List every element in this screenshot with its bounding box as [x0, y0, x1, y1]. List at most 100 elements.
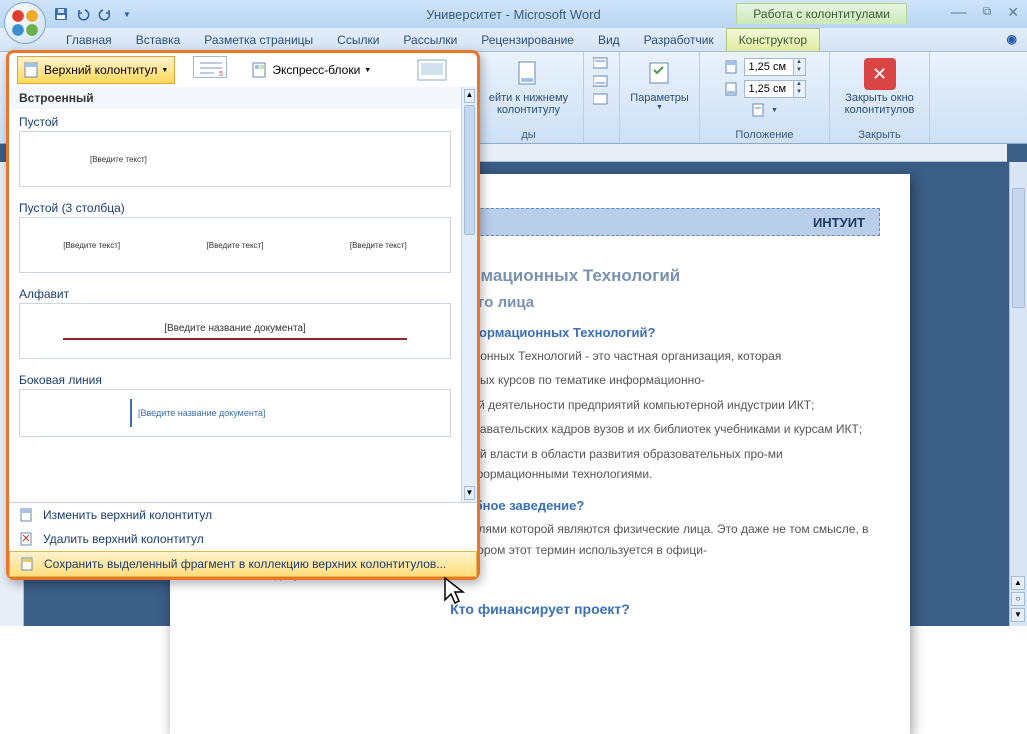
maximize-icon[interactable]: ⧉ [983, 4, 992, 22]
undo-icon[interactable] [74, 5, 92, 23]
menuitem-label: Сохранить выделенный фрагмент в коллекци… [44, 557, 446, 571]
options-button[interactable]: Параметры ▼ [624, 56, 695, 113]
tab-home[interactable]: Главная [54, 29, 124, 51]
office-button[interactable] [4, 2, 46, 44]
quick-parts-label: Экспресс-блоки [272, 63, 360, 77]
tab-developer[interactable]: Разработчик [632, 29, 726, 51]
doc-heading-2: вого лица [460, 294, 880, 311]
ribbon-group-close: ✕ Закрыть окно колонтитулов Закрыть [830, 52, 930, 143]
tab-layout[interactable]: Разметка страницы [192, 29, 325, 51]
gallery-item-blank[interactable]: [Введите текст] [19, 131, 451, 187]
tab-insert[interactable]: Вставка [124, 29, 193, 51]
remove-header-menuitem[interactable]: Удалить верхний колонтитул [9, 527, 477, 551]
browse-object-icon[interactable]: ○ [1011, 592, 1025, 606]
close-label: Закрыть окно колонтитулов [835, 92, 925, 116]
dropdown-icon: ▼ [771, 107, 778, 114]
scrollbar-thumb[interactable] [1012, 188, 1025, 308]
edit-header-menuitem[interactable]: Изменить верхний колонтитул [9, 503, 477, 527]
header-distance-value[interactable] [745, 61, 793, 73]
doc-para: ебных курсов по тематике информационно- [460, 370, 870, 390]
header-dropdown-button[interactable]: Верхний колонтитул ▼ [17, 56, 175, 84]
doc-heading-1: ормационных Технологий [460, 266, 880, 286]
doc-question: Кто финансирует проект? [170, 601, 910, 617]
tab-view[interactable]: Вид [586, 29, 632, 51]
save-selection-menuitem[interactable]: Сохранить выделенный фрагмент в коллекци… [9, 551, 477, 577]
link-prev-icon[interactable] [593, 56, 611, 70]
scroll-up-icon[interactable]: ▲ [464, 89, 475, 103]
footer-distance-spinner[interactable]: ▲▼ [744, 80, 806, 98]
edit-icon [19, 507, 35, 523]
tab-align-icon[interactable] [751, 102, 767, 118]
help-icon[interactable]: ◉ [1007, 32, 1017, 46]
prev-page-icon[interactable]: ▲ [1011, 576, 1025, 590]
footer-icon [513, 58, 545, 90]
gallery-item-title: Пустой (3 столбца) [9, 195, 461, 217]
quick-parts-icon [252, 62, 268, 78]
dropdown-icon: ▼ [656, 104, 663, 111]
gallery-item-title: Боковая линия [9, 367, 461, 389]
header-distance-spinner[interactable]: ▲▼ [744, 58, 806, 76]
menuitem-label: Изменить верхний колонтитул [43, 508, 212, 522]
scroll-down-icon[interactable]: ▼ [464, 486, 475, 500]
minimize-icon[interactable]: — [951, 4, 967, 22]
gallery-item-blank3[interactable]: [Введите текст] [Введите текст] [Введите… [19, 217, 451, 273]
qat-dropdown-icon[interactable]: ▼ [118, 5, 136, 23]
gallery-scrollbar[interactable]: ▲ ▼ [461, 87, 477, 502]
gallery-item-sideline[interactable]: [Введите название документа] [19, 389, 451, 437]
close-header-footer-button[interactable]: ✕ Закрыть окно колонтитулов [829, 56, 931, 118]
gallery-item-title: Алфавит [9, 281, 461, 303]
window-controls: — ⧉ ✕ [951, 4, 1019, 22]
gallery-footer: Изменить верхний колонтитул Удалить верх… [9, 502, 477, 577]
scrollbar-thumb[interactable] [464, 105, 475, 235]
page-number-icon[interactable]: 5 [193, 56, 227, 78]
link-same-icon[interactable] [593, 92, 611, 106]
doc-para: ителями которой являются физические лица… [460, 519, 870, 560]
save-icon[interactable] [52, 5, 70, 23]
close-icon[interactable]: ✕ [1007, 4, 1019, 22]
tab-references[interactable]: Ссылки [325, 29, 391, 51]
tab-review[interactable]: Рецензирование [469, 29, 586, 51]
gallery-item-alphabet[interactable]: [Введите название документа] [19, 303, 451, 359]
quick-access-toolbar: ▼ [52, 0, 136, 28]
group-label-position: Положение [735, 129, 793, 141]
quick-parts-button[interactable]: Экспресс-блоки ▼ [245, 56, 378, 84]
placeholder: [Введите название документа] [138, 408, 265, 418]
tab-design[interactable]: Конструктор [726, 28, 820, 51]
ribbon-group-navigation: ейти к нижнему колонтитулу ды [474, 52, 584, 143]
gallery-scroll-area: Встроенный Пустой [Введите текст] Пустой… [9, 87, 461, 502]
link-next-icon[interactable] [593, 74, 611, 88]
next-page-icon[interactable]: ▼ [1011, 608, 1025, 622]
save-sel-icon [20, 556, 36, 572]
svg-text:5: 5 [219, 71, 223, 78]
options-label: Параметры [630, 92, 689, 104]
tab-mailings[interactable]: Рассылки [391, 29, 469, 51]
doc-subhead-1: нформационных Технологий? [460, 325, 880, 340]
vertical-scrollbar[interactable]: ▲ ○ ▼ [1009, 162, 1027, 626]
placeholder: [Введите текст] [350, 241, 407, 250]
spin-down-icon[interactable]: ▼ [793, 89, 805, 97]
spin-up-icon[interactable]: ▲ [793, 59, 805, 67]
doc-para: ационных Технологий - это частная органи… [460, 346, 870, 366]
ribbon-group-position: ▲▼ ▲▼ ▼ Положение [700, 52, 830, 143]
footer-pos-icon [724, 81, 740, 97]
spin-up-icon[interactable]: ▲ [793, 81, 805, 89]
titlebar: ▼ Университет - Microsoft Word Работа с … [0, 0, 1027, 28]
ribbon-group-options: Параметры ▼ [620, 52, 700, 143]
goto-footer-button[interactable]: ейти к нижнему колонтитулу [478, 56, 580, 118]
gallery-section-builtin: Встроенный [9, 87, 461, 109]
header-gallery-dropdown: Верхний колонтитул ▼ 5 Экспресс-блоки ▼ … [6, 50, 480, 580]
doc-para: подавательских кадров вузов и их библиот… [460, 419, 870, 439]
doc-para: нной власти в области развития образоват… [460, 444, 870, 485]
window-title: Университет - Microsoft Word [426, 7, 600, 22]
group-label-close: Закрыть [858, 129, 900, 141]
ribbon-tabs: Главная Вставка Разметка страницы Ссылки… [0, 28, 1027, 52]
gallery-item-title: Пустой [9, 109, 461, 131]
remove-icon [19, 531, 35, 547]
picture-icon[interactable] [416, 56, 450, 84]
options-icon [644, 58, 676, 90]
spin-down-icon[interactable]: ▼ [793, 67, 805, 75]
redo-icon[interactable] [96, 5, 114, 23]
footer-distance-value[interactable] [745, 83, 793, 95]
ribbon-group-links [584, 52, 620, 143]
contextual-tab-label: Работа с колонтитулами [736, 3, 907, 24]
